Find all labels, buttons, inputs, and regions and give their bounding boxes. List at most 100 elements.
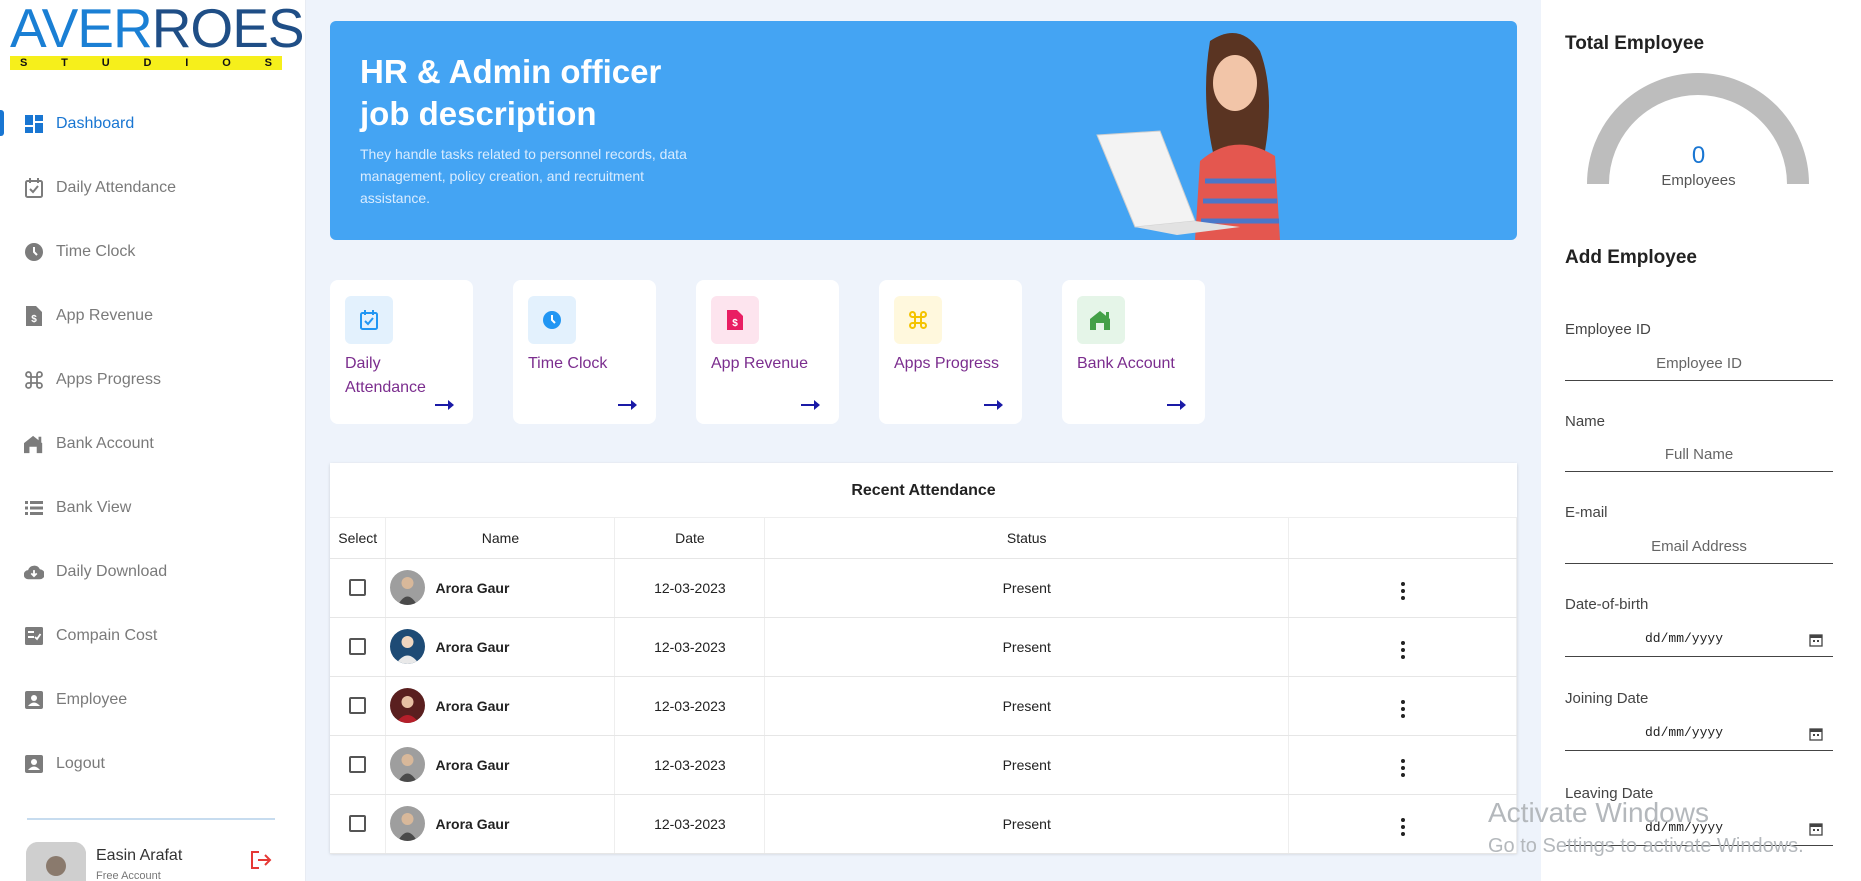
select-cell <box>330 617 387 677</box>
command-icon <box>894 296 942 344</box>
card-bank-account[interactable]: Bank Account <box>1062 280 1205 424</box>
sidebar-item-daily-download[interactable]: Daily Download <box>0 540 306 604</box>
column-header-name[interactable]: Name <box>385 518 616 559</box>
avatar <box>390 806 426 841</box>
actions-cell <box>1288 558 1517 618</box>
sidebar-item-app-revenue[interactable]: $ App Revenue <box>0 284 306 348</box>
sidebar-item-employee[interactable]: Employee <box>0 668 306 732</box>
sidebar-item-dashboard[interactable]: Dashboard <box>0 92 306 156</box>
employee-name: Arora Gaur <box>435 579 510 596</box>
full-name-input[interactable] <box>1565 438 1833 471</box>
column-header-status[interactable]: Status <box>764 518 1290 559</box>
svg-text:$: $ <box>31 314 37 325</box>
bank-icon <box>1077 296 1125 344</box>
table-header-row: Select Name Date Status <box>330 518 1517 559</box>
sidebar-item-label: Compain Cost <box>56 627 158 644</box>
arrow-right-icon <box>801 400 820 410</box>
row-checkbox[interactable] <box>349 697 367 715</box>
card-time-clock[interactable]: Time Clock <box>513 280 656 424</box>
sidebar-item-bank-view[interactable]: Bank View <box>0 476 306 540</box>
attendance-table: Select Name Date Status Arora Gaur 12-03-… <box>330 518 1517 854</box>
sidebar-item-daily-attendance[interactable]: Daily Attendance <box>0 156 306 220</box>
logout-icon[interactable] <box>250 850 272 875</box>
activate-windows-watermark: Activate Windows Go to Settings to activ… <box>1488 797 1804 858</box>
profile-plan: Free Account <box>96 870 161 881</box>
name-cell: Arora Gaur <box>385 794 616 854</box>
calendar-check-icon <box>345 296 393 344</box>
calendar-icon[interactable] <box>1809 633 1823 647</box>
arrow-right-icon <box>984 400 1003 410</box>
more-vert-icon[interactable] <box>1395 698 1411 720</box>
employee-name: Arora Gaur <box>435 638 510 655</box>
card-label: Daily Attendance <box>345 355 426 396</box>
employee-count-label: Employees <box>1661 172 1736 189</box>
employee-id-field <box>1565 347 1833 381</box>
sidebar-item-label: Dashboard <box>56 115 135 132</box>
sidebar-item-label: Bank View <box>56 499 132 516</box>
name-cell: Arora Gaur <box>385 735 616 795</box>
card-daily-attendance[interactable]: Daily Attendance <box>330 280 473 424</box>
row-checkbox[interactable] <box>349 756 367 774</box>
sidebar-item-time-clock[interactable]: Time Clock <box>0 220 306 284</box>
sidebar-item-bank-account[interactable]: Bank Account <box>0 412 306 476</box>
right-panel: Total Employee 0 Employees Add Employee … <box>1541 0 1861 881</box>
sidebar-item-logout[interactable]: Logout <box>0 732 306 796</box>
sidebar-item-label: Daily Download <box>56 563 168 580</box>
sidebar-item-apps-progress[interactable]: Apps Progress <box>0 348 306 412</box>
sidebar-item-label: App Revenue <box>56 307 153 324</box>
column-header-date[interactable]: Date <box>614 518 766 559</box>
dob-field[interactable]: dd/mm/yyyy <box>1565 623 1833 657</box>
add-employee-title: Add Employee <box>1565 247 1697 268</box>
name-cell: Arora Gaur <box>385 617 616 677</box>
checklist-icon <box>24 626 44 646</box>
row-checkbox[interactable] <box>349 579 367 597</box>
actions-cell <box>1288 676 1517 736</box>
banner-title: HR & Admin officer job description <box>360 53 662 132</box>
status-cell: Present <box>764 794 1290 854</box>
card-apps-progress[interactable]: Apps Progress <box>879 280 1022 424</box>
email-input[interactable] <box>1565 530 1833 563</box>
watermark-subtitle: Go to Settings to activate Windows. <box>1488 835 1804 857</box>
avatar[interactable] <box>26 842 86 881</box>
arrow-right-icon <box>435 400 454 410</box>
avatar <box>390 629 426 664</box>
status-cell: Present <box>764 735 1290 795</box>
avatar <box>390 688 426 723</box>
more-vert-icon[interactable] <box>1395 816 1411 838</box>
table-row: Arora Gaur 12-03-2023 Present <box>330 676 1517 736</box>
date-cell: 12-03-2023 <box>614 558 766 618</box>
calendar-icon[interactable] <box>1809 727 1823 741</box>
column-header-select[interactable]: Select <box>330 518 387 559</box>
joining-date-value: dd/mm/yyyy <box>1645 725 1724 740</box>
sidebar: AVERROES STUDIOS Dashboard Daily Attenda… <box>0 0 306 881</box>
card-app-revenue[interactable]: $ App Revenue <box>696 280 839 424</box>
card-label: Time Clock <box>528 355 608 372</box>
arrow-right-icon <box>618 400 637 410</box>
more-vert-icon[interactable] <box>1395 639 1411 661</box>
calendar-icon[interactable] <box>1809 822 1823 836</box>
dob-label: Date-of-birth <box>1565 596 1649 613</box>
status-cell: Present <box>764 558 1290 618</box>
date-cell: 12-03-2023 <box>614 617 766 677</box>
row-checkbox[interactable] <box>349 638 367 656</box>
table-row: Arora Gaur 12-03-2023 Present <box>330 735 1517 795</box>
select-cell <box>330 735 387 795</box>
joining-date-field[interactable]: dd/mm/yyyy <box>1565 717 1833 751</box>
sidebar-item-label: Daily Attendance <box>56 179 177 196</box>
employee-id-input[interactable] <box>1565 347 1833 380</box>
sidebar-item-compain-cost[interactable]: Compain Cost <box>0 604 306 668</box>
email-field <box>1565 530 1833 564</box>
date-cell: 12-03-2023 <box>614 794 766 854</box>
joining-date-label: Joining Date <box>1565 690 1649 707</box>
arrow-right-icon <box>1167 400 1186 410</box>
row-checkbox[interactable] <box>349 815 367 833</box>
more-vert-icon[interactable] <box>1395 757 1411 779</box>
more-vert-icon[interactable] <box>1395 580 1411 602</box>
column-header-actions <box>1288 518 1517 559</box>
brand-logo[interactable]: AVERROES STUDIOS <box>10 1 305 70</box>
hero-banner: HR & Admin officer job description They … <box>330 21 1517 240</box>
name-field <box>1565 438 1833 472</box>
sidebar-item-label: Employee <box>56 691 128 708</box>
name-cell: Arora Gaur <box>385 558 616 618</box>
avatar <box>390 747 426 782</box>
